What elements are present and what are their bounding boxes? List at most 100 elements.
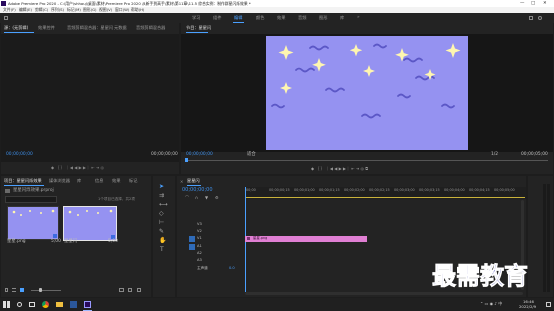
project-search-input[interactable] xyxy=(5,196,57,203)
tab-audio-clip-mixer[interactable]: 音频剪辑混合器：星星闪 xyxy=(67,25,113,30)
zoom-slider[interactable] xyxy=(31,290,61,291)
selection-tool-icon[interactable]: ➤ xyxy=(159,184,164,190)
tab-libraries[interactable]: 库 xyxy=(77,178,81,183)
project-item-thumbnail[interactable] xyxy=(7,206,59,240)
share-icon[interactable] xyxy=(529,16,533,20)
track-label[interactable]: V3 xyxy=(197,222,202,227)
track-header-master[interactable]: 主声道 0.0 xyxy=(189,266,243,273)
windows-start-icon[interactable] xyxy=(3,301,10,308)
snap-icon[interactable]: ⌒ xyxy=(185,195,189,201)
program-resolution-dropdown[interactable]: 1/2 xyxy=(491,152,498,157)
tab-metadata[interactable]: 元数据 xyxy=(114,25,127,30)
workspace-graphics[interactable]: 图形 xyxy=(319,15,327,20)
project-item-thumbnail[interactable] xyxy=(63,206,117,241)
clip-stars[interactable]: 星星.png xyxy=(245,236,367,242)
file-explorer-icon[interactable] xyxy=(56,302,63,307)
track-label[interactable]: V2 xyxy=(197,229,202,234)
workspace-color[interactable]: 颜色 xyxy=(256,15,264,20)
workspace-effects[interactable]: 效果 xyxy=(277,15,285,20)
timeline-timecode[interactable]: 00;00;00;00 xyxy=(182,188,213,193)
program-transport-controls[interactable]: ◆ ｛ ｝ ｜◀ ◀ ▶ ▶｜ ⇤ ⇥ ◎ ⧉ xyxy=(311,166,421,171)
word-icon[interactable] xyxy=(70,301,77,308)
minimize-button[interactable]: — xyxy=(520,1,524,6)
pen-tool-icon[interactable]: ✎ xyxy=(159,229,164,235)
tab-sequence[interactable]: 星星闪 xyxy=(187,178,200,183)
task-view-icon[interactable] xyxy=(29,302,35,307)
list-view-icon[interactable] xyxy=(12,288,16,292)
track-header-a3[interactable]: A3 xyxy=(189,258,243,265)
track-header-v2[interactable]: V2 xyxy=(189,229,243,236)
linked-selection-icon[interactable]: ∩ xyxy=(195,195,198,200)
zoom-slider-handle[interactable] xyxy=(39,288,42,292)
ripple-edit-tool-icon[interactable]: ⟷ xyxy=(159,202,168,208)
tab-project[interactable]: 项目：星星闪烁效果 xyxy=(4,178,42,183)
workspace-libraries[interactable]: 库 xyxy=(340,15,344,20)
menu-marker[interactable]: 标记(M) xyxy=(67,8,81,12)
home-icon[interactable] xyxy=(4,16,8,20)
menu-view[interactable]: 视图(V) xyxy=(99,8,112,12)
menu-graphics[interactable]: 图形(G) xyxy=(83,8,97,12)
taskbar-search-icon[interactable] xyxy=(17,302,22,307)
close-tab-icon[interactable]: ✕ xyxy=(180,179,183,184)
track-label[interactable]: A2 xyxy=(197,251,202,256)
slip-tool-icon[interactable]: ⊢ xyxy=(159,220,164,226)
search-icon[interactable] xyxy=(538,16,542,20)
maximize-button[interactable]: □ xyxy=(531,1,535,6)
program-playhead-bar[interactable] xyxy=(186,160,548,161)
track-header-v3[interactable]: V3 xyxy=(189,222,243,229)
tab-audio-mixer[interactable]: 音频剪辑混合器 xyxy=(136,25,165,30)
hand-tool-icon[interactable]: ✋ xyxy=(159,238,166,244)
menu-clip[interactable]: 剪辑(C) xyxy=(35,8,48,12)
chrome-icon[interactable] xyxy=(42,301,49,308)
tab-info[interactable]: 信息 xyxy=(95,178,103,183)
workspace-audio[interactable]: 音频 xyxy=(298,15,306,20)
source-timecode-left[interactable]: 00;00;00;00 xyxy=(6,152,33,157)
tab-markers[interactable]: 标记 xyxy=(129,178,137,183)
source-transport-controls[interactable]: ◆ ｛ ｝ ｜◀ ◀ ▶ ▶｜ ⇤ ⇥ ◎ xyxy=(51,165,131,170)
project-item-name[interactable]: 星星.png xyxy=(7,239,26,244)
lock-icon[interactable] xyxy=(5,288,8,292)
tab-program[interactable]: 节目：星星闪 xyxy=(186,25,211,30)
timeline-settings-icon[interactable]: ⚙ xyxy=(215,195,219,200)
master-volume-value[interactable]: 0.0 xyxy=(229,266,235,271)
menu-file[interactable]: 文件(F) xyxy=(3,8,16,12)
clock-date[interactable]: 2022/2/9 xyxy=(519,305,536,309)
notification-icon[interactable] xyxy=(546,302,551,307)
workspace-assembly[interactable]: 组件 xyxy=(213,15,221,20)
menu-edit[interactable]: 编辑(E) xyxy=(19,8,32,12)
source-patch-v1[interactable] xyxy=(189,236,195,242)
program-fit-dropdown[interactable]: 适合 xyxy=(247,152,256,157)
menu-help[interactable]: 帮助(H) xyxy=(131,8,144,12)
playhead-marker-icon[interactable] xyxy=(185,158,188,162)
source-patch-a1[interactable] xyxy=(189,244,195,250)
add-marker-icon[interactable]: ▼ xyxy=(205,195,208,200)
tab-effect-controls[interactable]: 效果控件 xyxy=(38,25,55,30)
program-timecode[interactable]: 00;00;00;00 xyxy=(186,152,213,157)
tab-source[interactable]: 源：(无剪辑) xyxy=(4,25,28,30)
work-area-bar[interactable] xyxy=(245,197,525,198)
trash-icon[interactable] xyxy=(137,288,141,292)
timeline-horizontal-scrollbar[interactable] xyxy=(245,292,523,295)
track-header-v1[interactable]: V1 xyxy=(189,236,243,243)
workspace-more-icon[interactable]: » xyxy=(357,15,360,20)
workspace-learn[interactable]: 学习 xyxy=(192,15,200,20)
track-label[interactable]: V1 xyxy=(197,236,202,241)
new-item-icon[interactable] xyxy=(128,288,132,292)
track-header-a2[interactable]: A2 xyxy=(189,251,243,258)
tab-effects[interactable]: 效果 xyxy=(112,178,120,183)
menu-window[interactable]: 窗口(W) xyxy=(115,8,129,12)
premiere-taskbar-icon[interactable] xyxy=(84,301,91,308)
icon-view-icon[interactable] xyxy=(20,288,24,292)
system-tray-icons[interactable]: ⌃ ▭ ◉ ♪ 中 xyxy=(480,302,502,306)
track-select-tool-icon[interactable]: ⇉ xyxy=(159,193,164,199)
razor-tool-icon[interactable]: ◇ xyxy=(159,211,164,217)
workspace-editing[interactable]: 编辑 xyxy=(234,15,242,20)
track-header-a1[interactable]: A1 xyxy=(189,244,243,251)
type-tool-icon[interactable]: T xyxy=(160,247,164,253)
menu-sequence[interactable]: 序列(S) xyxy=(51,8,64,12)
track-label[interactable]: A1 xyxy=(197,244,202,249)
close-button[interactable]: ✕ xyxy=(543,1,547,6)
tab-media-browser[interactable]: 媒体浏览器 xyxy=(49,178,70,183)
project-item-name[interactable]: 星星闪 xyxy=(64,239,77,244)
track-label[interactable]: A3 xyxy=(197,258,202,263)
